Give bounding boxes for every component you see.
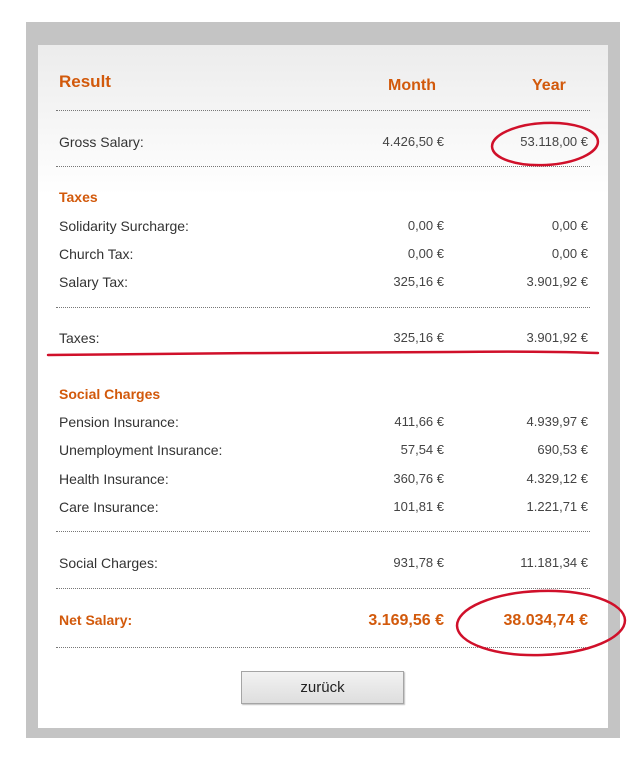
row-label: Net Salary: <box>59 612 133 628</box>
table-row: Health Insurance: 360,76 € 4.329,12 € <box>0 471 637 491</box>
row-label: Social Charges: <box>59 555 158 571</box>
row-label: Salary Tax: <box>59 274 128 290</box>
year-value: 0,00 € <box>551 246 588 261</box>
row-label: Solidarity Surcharge: <box>59 218 189 234</box>
month-value: 4.426,50 € <box>382 134 444 149</box>
table-row: Solidarity Surcharge: 0,00 € 0,00 € <box>0 218 637 238</box>
month-value: 325,16 € <box>393 330 444 345</box>
year-value: 1.221,71 € <box>526 499 588 514</box>
row-label: Taxes: <box>59 330 100 346</box>
year-value: 0,00 € <box>551 218 588 233</box>
year-value: 3.901,92 € <box>526 330 588 345</box>
table-row: Salary Tax: 325,16 € 3.901,92 € <box>0 274 637 294</box>
taxes-total-row: Taxes: 325,16 € 3.901,92 € <box>0 330 637 350</box>
table-row: Care Insurance: 101,81 € 1.221,71 € <box>0 499 637 519</box>
month-value: 0,00 € <box>407 218 444 233</box>
divider <box>56 531 590 532</box>
month-column-header: Month <box>388 77 436 94</box>
social-charges-heading: Social Charges <box>59 386 161 402</box>
taxes-heading: Taxes <box>59 189 98 205</box>
table-row: Unemployment Insurance: 57,54 € 690,53 € <box>0 442 637 462</box>
year-value: 4.939,97 € <box>526 414 588 429</box>
divider <box>56 647 590 648</box>
year-value: 38.034,74 € <box>503 612 588 629</box>
result-title: Result <box>59 72 111 91</box>
year-value: 690,53 € <box>537 442 588 457</box>
row-label: Health Insurance: <box>59 471 169 487</box>
row-label: Care Insurance: <box>59 499 159 515</box>
row-label: Gross Salary: <box>59 134 144 150</box>
back-button[interactable]: zurück <box>241 671 404 704</box>
month-value: 57,54 € <box>400 442 444 457</box>
month-value: 411,66 € <box>394 414 444 429</box>
month-value: 360,76 € <box>393 471 444 486</box>
row-label: Unemployment Insurance: <box>59 442 223 458</box>
divider <box>56 307 590 308</box>
social-charges-total-row: Social Charges: 931,78 € 11.181,34 € <box>0 555 637 575</box>
year-value: 53.118,00 € <box>520 134 588 149</box>
row-label: Church Tax: <box>59 246 134 262</box>
year-value: 3.901,92 € <box>526 274 588 289</box>
row-label: Pension Insurance: <box>59 414 179 430</box>
table-row: Pension Insurance: 411,66 € 4.939,97 € <box>0 414 637 434</box>
year-value: 11.181,34 € <box>520 555 588 570</box>
table-row: Church Tax: 0,00 € 0,00 € <box>0 246 637 266</box>
month-value: 0,00 € <box>407 246 444 261</box>
month-value: 3.169,56 € <box>368 612 444 629</box>
month-value: 101,81 € <box>393 499 444 514</box>
divider <box>56 588 590 589</box>
divider <box>56 110 590 111</box>
divider <box>56 166 590 167</box>
month-value: 325,16 € <box>393 274 444 289</box>
year-value: 4.329,12 € <box>526 471 588 486</box>
month-value: 931,78 € <box>393 555 444 570</box>
year-column-header: Year <box>532 77 566 94</box>
gross-salary-row: Gross Salary: 4.426,50 € 53.118,00 € <box>0 134 637 154</box>
